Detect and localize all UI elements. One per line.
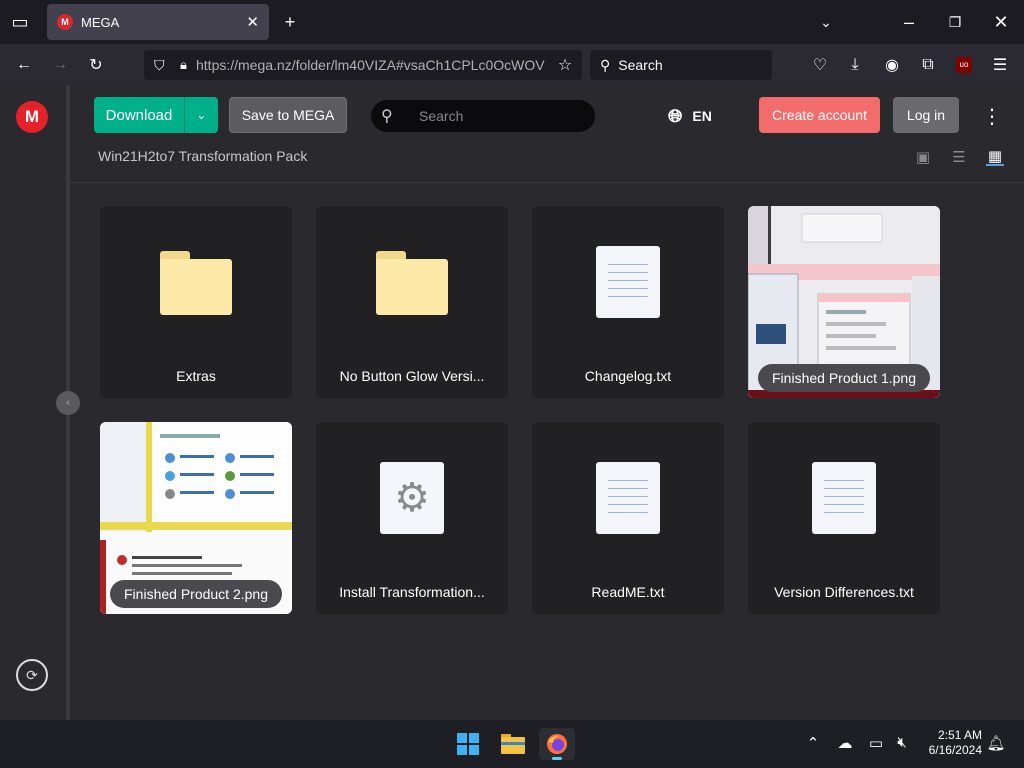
file-card-extras[interactable]: Extras (100, 206, 292, 398)
tab-title: MEGA (81, 14, 120, 30)
close-tab-icon[interactable]: ✕ (246, 13, 259, 31)
shield-icon[interactable]: ⛉ (154, 57, 165, 74)
download-button[interactable]: Download ⌄ (94, 97, 218, 133)
search-icon: ⚲ (381, 108, 393, 125)
network-icon[interactable]: ▭ (866, 734, 886, 752)
ublock-extension-icon[interactable]: uo (952, 53, 976, 77)
create-account-button[interactable]: Create account (759, 97, 880, 133)
save-to-mega-button[interactable]: Save to MEGA (229, 97, 347, 133)
downloads-icon[interactable]: ⤓ (843, 53, 867, 77)
file-explorer-icon[interactable] (495, 728, 531, 760)
mega-favicon-icon: M (57, 14, 73, 30)
browser-tab-mega[interactable]: M MEGA ✕ (47, 4, 269, 40)
gear-icon: ⚙ (380, 462, 444, 534)
search-icon: ⚲ (600, 56, 611, 73)
notification-bell-icon[interactable]: 🔔︎ (986, 734, 1006, 752)
clock-time: 2:51 AM (937, 728, 982, 742)
new-tab-icon[interactable]: + (278, 10, 302, 34)
pocket-icon[interactable]: ♡ (808, 53, 832, 77)
header-divider (70, 182, 1024, 183)
folder-icon (376, 251, 448, 315)
show-hidden-icons-chevron-icon[interactable]: ⌃ (803, 734, 823, 752)
folder-icon (160, 251, 232, 315)
file-name: Extras (176, 368, 216, 384)
mega-page: M ‹ ⟳ Download ⌄ Save to MEGA ⚲ Search 🌐… (0, 86, 1024, 720)
language-code: EN (692, 108, 712, 124)
clock-date: 6/16/2024 (928, 743, 982, 757)
account-icon[interactable]: ◉ (880, 53, 904, 77)
list-view-icon[interactable]: ☰ (950, 148, 968, 166)
url-text[interactable]: https://mega.nz/folder/lm40VIZA#vsaCh1CP… (196, 57, 545, 73)
volume-muted-icon[interactable]: 🔇︎ (892, 734, 912, 751)
forward-icon[interactable]: → (48, 53, 72, 77)
browser-search-placeholder: Search (618, 57, 663, 73)
login-button[interactable]: Log in (893, 97, 959, 133)
download-options-chevron-icon[interactable]: ⌄ (185, 107, 218, 123)
text-file-icon (596, 462, 660, 534)
file-name: Finished Product 1.png (758, 364, 930, 392)
folder-title: Win21H2to7 Transformation Pack (98, 148, 308, 164)
hamburger-menu-icon[interactable]: ☰ (988, 53, 1012, 77)
language-selector[interactable]: 🌐︎ EN (668, 104, 712, 128)
mega-logo-icon[interactable]: M (16, 101, 48, 133)
mega-search-input[interactable]: ⚲ Search (371, 100, 595, 132)
grid-view-icon[interactable]: ▦ (986, 148, 1004, 166)
file-name: Changelog.txt (584, 368, 672, 384)
tab-overview-icon[interactable]: ▭ (8, 10, 32, 34)
text-file-icon (812, 462, 876, 534)
media-view-icon[interactable]: ▣ (914, 148, 932, 166)
lock-icon[interactable]: 🔒︎ (180, 57, 187, 73)
restore-window-icon[interactable]: ❐ (943, 10, 967, 34)
file-card-readme[interactable]: ReadME.txt (532, 422, 724, 614)
file-card-version-differences[interactable]: Version Differences.txt (748, 422, 940, 614)
file-name: Finished Product 2.png (110, 580, 282, 608)
firefox-taskbar-icon[interactable] (539, 728, 575, 760)
mega-search-placeholder: Search (419, 108, 464, 124)
active-app-indicator (552, 757, 562, 760)
file-card-install-transformation[interactable]: ⚙ Install Transformation... (316, 422, 508, 614)
minimize-window-icon[interactable]: – (897, 10, 921, 34)
windows-taskbar: ⌃ ☁ ▭ 🔇︎ 2:51 AM 6/16/2024 🔔︎ (0, 720, 1024, 768)
file-card-changelog[interactable]: Changelog.txt (532, 206, 724, 398)
file-card-finished-product-1[interactable]: Finished Product 1.png (748, 206, 940, 398)
sidebar-collapse-handle[interactable]: ‹ (56, 391, 80, 415)
browser-search-input[interactable]: ⚲ Search (590, 50, 772, 80)
start-windows-icon[interactable] (450, 728, 486, 760)
url-bar[interactable]: ⛉ 🔒︎ https://mega.nz/folder/lm40VIZA#vsa… (144, 50, 582, 80)
download-label: Download (105, 106, 173, 124)
file-name: No Button Glow Versi... (339, 368, 485, 384)
bookmark-star-icon[interactable]: ☆ (553, 53, 577, 77)
taskbar-clock[interactable]: 2:51 AM 6/16/2024 (918, 728, 982, 758)
file-name: ReadME.txt (591, 584, 665, 600)
back-icon[interactable]: ← (12, 53, 36, 77)
text-file-icon (596, 246, 660, 318)
browser-nav-bar: ← → ↻ ⛉ 🔒︎ https://mega.nz/folder/lm40VI… (0, 44, 1024, 86)
extensions-icon[interactable]: ⧉ (916, 53, 940, 77)
more-options-icon[interactable]: ⋮ (982, 104, 1002, 128)
globe-icon: 🌐︎ (668, 105, 683, 126)
sync-icon[interactable]: ⟳ (16, 659, 48, 691)
close-window-icon[interactable]: ✕ (989, 10, 1013, 34)
file-card-no-button-glow[interactable]: No Button Glow Versi... (316, 206, 508, 398)
file-name: Version Differences.txt (774, 584, 914, 600)
list-tabs-chevron-icon[interactable]: ⌄ (814, 10, 838, 34)
reload-icon[interactable]: ↻ (84, 53, 108, 77)
file-card-finished-product-2[interactable]: Finished Product 2.png (100, 422, 292, 614)
file-name: Install Transformation... (339, 584, 485, 600)
onedrive-cloud-icon[interactable]: ☁ (835, 734, 855, 752)
browser-tab-strip: ▭ M MEGA ✕ + ⌄ – ❐ ✕ (0, 0, 1024, 44)
